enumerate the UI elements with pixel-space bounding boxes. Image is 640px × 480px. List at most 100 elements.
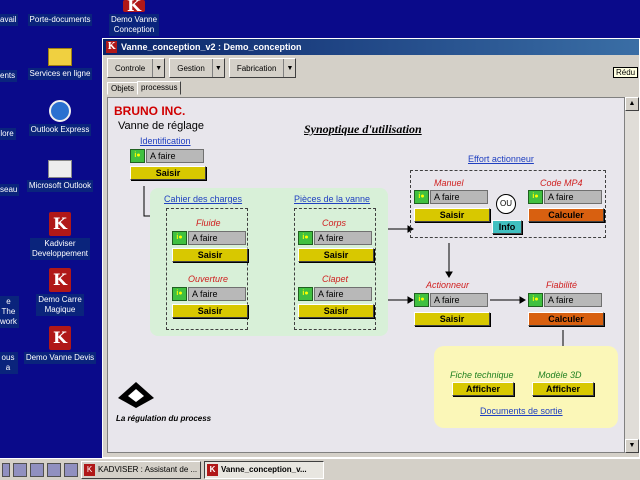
status-icon: i●: [528, 293, 543, 307]
pieces-link[interactable]: Pièces de la vanne: [294, 194, 370, 204]
task-vanne-conception[interactable]: K Vanne_conception_v...: [204, 460, 324, 479]
desktop-icon-label: e The work: [0, 296, 19, 328]
cahier-link[interactable]: Cahier des charges: [164, 194, 242, 204]
k-logo-icon: K: [207, 463, 218, 476]
brand-name: BRUNO INC.: [114, 104, 186, 118]
effort-link[interactable]: Effort actionneur: [468, 154, 534, 164]
tab-strip: Objets processus: [103, 81, 639, 95]
controle-menu-button[interactable]: Controle ▼: [107, 58, 166, 78]
desktop-quicklaunch-icon[interactable]: [30, 462, 44, 477]
ou-badge: OU: [496, 194, 516, 214]
ouverture-saisir-button[interactable]: Saisir: [172, 304, 248, 318]
task-kadviser[interactable]: K KADVISER : Assistant de ...: [81, 460, 201, 479]
desktop-icon-porte-documents[interactable]: Porte-documents: [24, 0, 96, 26]
page-subtitle: Vanne de réglage: [118, 120, 205, 132]
k-logo-icon: K: [84, 463, 95, 476]
desktop-icon-label: ents: [0, 70, 18, 82]
k-logo-icon: K: [123, 0, 145, 14]
identification-link[interactable]: Identification: [140, 136, 191, 146]
documents-link[interactable]: Documents de sortie: [480, 406, 563, 416]
corps-saisir-button[interactable]: Saisir: [298, 248, 374, 262]
status-value: A faire: [544, 293, 602, 307]
status-value: A faire: [430, 293, 488, 307]
status-icon: i●: [528, 190, 543, 204]
tab-objets[interactable]: Objets: [107, 82, 139, 95]
info-button[interactable]: Info: [492, 220, 522, 234]
dropdown-arrow-icon: ▼: [211, 59, 224, 77]
code-mp4-calculer-button[interactable]: Calculer: [528, 208, 604, 222]
outlook-quicklaunch-icon[interactable]: [47, 462, 61, 477]
desktop-icon-microsoft-outlook[interactable]: Microsoft Outlook: [24, 156, 96, 192]
briefcase-icon: [48, 0, 72, 12]
desktop-icon-label: lore: [0, 128, 16, 140]
identification-status: i● A faire: [130, 149, 204, 163]
desktop-icon-label: Outlook Express: [28, 124, 92, 136]
status-value: A faire: [430, 190, 488, 204]
status-value: A faire: [314, 287, 372, 301]
title-bar[interactable]: K Vanne_conception_v2 : Demo_conception: [103, 39, 639, 55]
clapet-label: Clapet: [322, 274, 349, 284]
desktop-icon-seau[interactable]: seau: [0, 184, 20, 196]
scroll-up-icon[interactable]: ▲: [625, 97, 639, 111]
desktop-icon-label: Demo Vanne Devis: [23, 352, 97, 364]
fluide-status: i● A faire: [172, 231, 246, 245]
manuel-status: i● A faire: [414, 190, 488, 204]
desktop-icon-demo-carre-magique[interactable]: K Demo Carre Magique: [24, 268, 96, 316]
vertical-scrollbar[interactable]: ▲ ▼: [625, 97, 639, 453]
desktop-icon-label: Services en ligne: [27, 68, 93, 80]
status-value: A faire: [188, 287, 246, 301]
manuel-label: Manuel: [434, 178, 464, 188]
dropdown-arrow-icon: ▼: [152, 59, 164, 77]
desktop-icon-services-en-ligne[interactable]: Services en ligne: [24, 44, 96, 80]
actionneur-status: i● A faire: [414, 293, 488, 307]
actionneur-saisir-button[interactable]: Saisir: [414, 312, 490, 326]
desktop-icon-demo-vanne-conception[interactable]: K Demo Vanne Conception: [106, 0, 162, 36]
identification-saisir-button[interactable]: Saisir: [130, 166, 206, 180]
menu-label: Controle: [115, 63, 146, 73]
status-icon: i●: [130, 149, 145, 163]
desktop-icon-demo-vanne-devis[interactable]: K Demo Vanne Devis: [20, 326, 100, 364]
modele-3d-label: Modèle 3D: [538, 370, 582, 380]
fiabilite-calculer-button[interactable]: Calculer: [528, 312, 604, 326]
desktop-icon-label: ous a: [0, 352, 18, 374]
desktop-icon-the-work[interactable]: e The work: [0, 296, 19, 328]
ie-quicklaunch-icon[interactable]: [13, 462, 27, 477]
k-logo-icon: K: [49, 212, 71, 236]
outlook-express-icon: [49, 100, 71, 122]
start-button-icon[interactable]: [2, 462, 10, 477]
desktop-icon-label: avail: [0, 14, 19, 26]
desktop-icon-outlook-express[interactable]: Outlook Express: [24, 100, 96, 136]
desktop-icon-label: Kadviser Developpement: [29, 238, 91, 260]
desktop-icon-kadviser-developpement[interactable]: K Kadviser Developpement: [24, 212, 96, 260]
desktop-icon-vous-a[interactable]: ous a: [0, 352, 18, 374]
gestion-menu-button[interactable]: Gestion ▼: [169, 58, 225, 78]
ouverture-label: Ouverture: [188, 274, 229, 284]
media-quicklaunch-icon[interactable]: [64, 462, 78, 477]
desktop-icon-label: Microsoft Outlook: [26, 180, 94, 192]
desktop-icon-avail[interactable]: avail: [0, 14, 19, 26]
status-value: A faire: [188, 231, 246, 245]
window-title: Vanne_conception_v2 : Demo_conception: [121, 42, 302, 52]
scroll-down-icon[interactable]: ▼: [625, 439, 639, 453]
clapet-saisir-button[interactable]: Saisir: [298, 304, 374, 318]
fluide-saisir-button[interactable]: Saisir: [172, 248, 248, 262]
modele-afficher-button[interactable]: Afficher: [532, 382, 594, 396]
taskbar: K KADVISER : Assistant de ... K Vanne_co…: [0, 458, 640, 480]
fluide-label: Fluide: [196, 218, 221, 228]
tooltip: Rédu: [613, 67, 639, 78]
fiche-afficher-button[interactable]: Afficher: [452, 382, 514, 396]
task-label: KADVISER : Assistant de ...: [98, 464, 198, 474]
logo-tagline: La régulation du process: [116, 414, 212, 423]
main-window: K Vanne_conception_v2 : Demo_conception …: [102, 38, 640, 458]
manuel-saisir-button[interactable]: Saisir: [414, 208, 490, 222]
status-icon: i●: [298, 231, 313, 245]
actionneur-label: Actionneur: [426, 280, 470, 290]
tab-processus[interactable]: processus: [137, 81, 182, 95]
desktop-icon-lore[interactable]: lore: [0, 128, 16, 140]
fiabilite-label: Fiabilité: [546, 280, 578, 290]
fiabilite-status: i● A faire: [528, 293, 602, 307]
corps-label: Corps: [322, 218, 347, 228]
desktop-icon-ents[interactable]: ents: [0, 70, 18, 82]
process-canvas: BRUNO INC. Vanne de réglage Synoptique d…: [107, 97, 625, 453]
fabrication-menu-button[interactable]: Fabrication ▼: [228, 58, 297, 78]
